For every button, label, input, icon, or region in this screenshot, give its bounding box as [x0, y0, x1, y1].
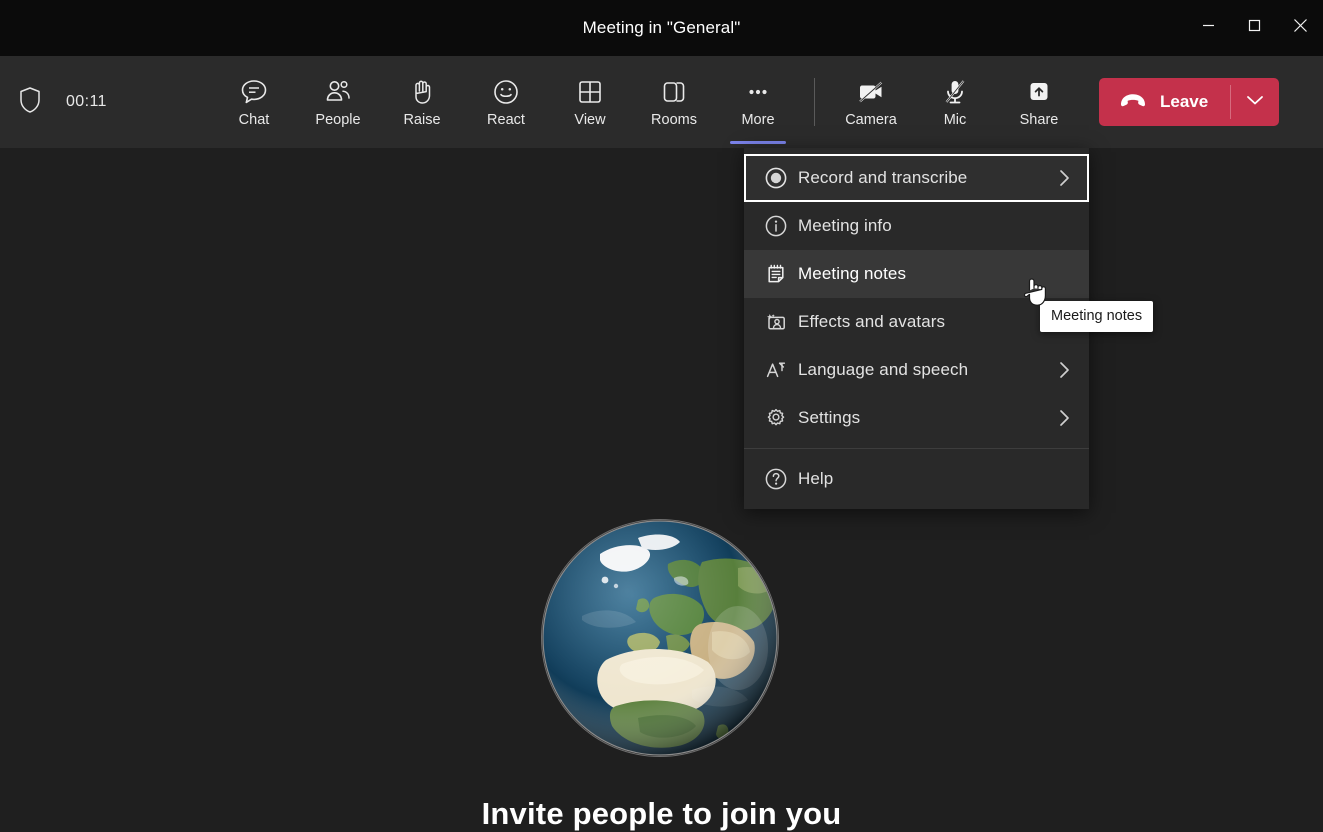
- people-icon: [323, 77, 353, 107]
- toolbar-divider: [814, 78, 815, 126]
- chevron-right-icon: [1053, 408, 1075, 428]
- notes-page-icon: [764, 262, 798, 286]
- toolbar-button-more[interactable]: More: [716, 56, 800, 148]
- chevron-right-icon: [1053, 360, 1075, 380]
- toolbar-button-rooms[interactable]: Rooms: [632, 56, 716, 148]
- toolbar-button-share[interactable]: Share: [997, 56, 1081, 148]
- leave-options-button[interactable]: [1231, 78, 1279, 126]
- toolbar-center-group: Chat People Raise React View Rooms More …: [212, 56, 1323, 148]
- menu-label-effects-and-avatars: Effects and avatars: [798, 312, 946, 331]
- toolbar-button-people[interactable]: People: [296, 56, 380, 148]
- gear-icon: [764, 406, 798, 430]
- leave-button-label: Leave: [1160, 92, 1209, 111]
- active-tab-underline: [730, 141, 786, 144]
- effects-avatar-icon: [764, 310, 798, 334]
- menu-item-effects-and-avatars[interactable]: Effects and avatars: [744, 298, 1089, 346]
- toolbar-label-chat: Chat: [238, 111, 270, 128]
- maximize-button[interactable]: [1231, 0, 1277, 56]
- toolbar-left-group: 00:11: [0, 86, 212, 119]
- menu-label-help: Help: [798, 469, 834, 488]
- meeting-stage: Invite people to join you: [0, 148, 1323, 832]
- menu-separator: [744, 448, 1089, 449]
- invite-people-heading: Invite people to join you: [481, 796, 842, 831]
- maximize-icon: [1248, 19, 1261, 37]
- toolbar-label-people: People: [315, 111, 361, 128]
- share-screen-icon: [1024, 77, 1054, 107]
- menu-label-record-and-transcribe: Record and transcribe: [798, 168, 968, 187]
- toolbar-button-react[interactable]: React: [464, 56, 548, 148]
- chevron-down-icon: [1246, 93, 1264, 111]
- window-controls: [1185, 0, 1323, 56]
- toolbar-button-view[interactable]: View: [548, 56, 632, 148]
- shield-icon: [18, 86, 42, 119]
- toolbar-label-raise: Raise: [403, 111, 441, 128]
- camera-off-icon: [855, 77, 887, 107]
- chat-icon: [239, 77, 269, 107]
- menu-item-settings[interactable]: Settings: [744, 394, 1089, 442]
- menu-label-language-and-speech: Language and speech: [798, 360, 969, 379]
- hangup-phone-icon: [1119, 92, 1147, 113]
- toolbar-label-more: More: [741, 111, 775, 128]
- toolbar-label-react: React: [487, 111, 525, 128]
- view-grid-icon: [575, 77, 605, 107]
- menu-label-meeting-notes: Meeting notes: [798, 264, 907, 283]
- toolbar-label-mic: Mic: [943, 111, 967, 128]
- raise-hand-icon: [407, 77, 437, 107]
- minimize-icon: [1202, 19, 1215, 37]
- menu-item-meeting-info[interactable]: Meeting info: [744, 202, 1089, 250]
- window-title: Meeting in "General": [582, 18, 741, 37]
- language-a-icon: [764, 358, 798, 382]
- menu-item-record-and-transcribe[interactable]: Record and transcribe: [744, 154, 1089, 202]
- leave-button-group: Leave: [1099, 78, 1280, 126]
- toolbar-label-camera: Camera: [845, 111, 897, 128]
- leave-button[interactable]: Leave: [1099, 78, 1230, 126]
- menu-item-meeting-notes[interactable]: Meeting notes: [744, 250, 1089, 298]
- info-circle-icon: [764, 214, 798, 238]
- menu-label-meeting-info: Meeting info: [798, 216, 892, 235]
- toolbar-button-mic[interactable]: Mic: [913, 56, 997, 148]
- toolbar-button-raise[interactable]: Raise: [380, 56, 464, 148]
- menu-item-help[interactable]: Help: [744, 455, 1089, 503]
- toolbar-label-rooms: Rooms: [651, 111, 697, 128]
- more-ellipsis-icon: [743, 77, 773, 107]
- react-smiley-icon: [491, 77, 521, 107]
- toolbar-label-share: Share: [1019, 111, 1059, 128]
- meeting-timer: 00:11: [66, 93, 107, 110]
- toolbar-button-chat[interactable]: Chat: [212, 56, 296, 148]
- teams-meeting-window: Meeting in "General" 00:11 Chat People R…: [0, 0, 1323, 832]
- record-circle-icon: [764, 166, 798, 190]
- mic-off-icon: [940, 77, 970, 107]
- menu-bottom-padding: [744, 503, 1089, 509]
- leave-divider: [1230, 85, 1232, 119]
- close-icon: [1293, 18, 1308, 38]
- chevron-right-icon: [1053, 168, 1075, 188]
- meeting-toolbar: 00:11 Chat People Raise React View Rooms…: [0, 56, 1323, 148]
- close-button[interactable]: [1277, 0, 1323, 56]
- window-title-bar: Meeting in "General": [0, 0, 1323, 56]
- toolbar-label-view: View: [574, 111, 606, 128]
- minimize-button[interactable]: [1185, 0, 1231, 56]
- globe-illustration: [542, 520, 778, 756]
- help-circle-icon: [764, 467, 798, 491]
- more-options-menu: Record and transcribe Meeting info Meeti…: [744, 148, 1089, 509]
- tooltip-meeting-notes: Meeting notes: [1040, 301, 1154, 332]
- breakout-rooms-icon: [659, 77, 689, 107]
- toolbar-button-camera[interactable]: Camera: [829, 56, 913, 148]
- menu-label-settings: Settings: [798, 408, 861, 427]
- menu-item-language-and-speech[interactable]: Language and speech: [744, 346, 1089, 394]
